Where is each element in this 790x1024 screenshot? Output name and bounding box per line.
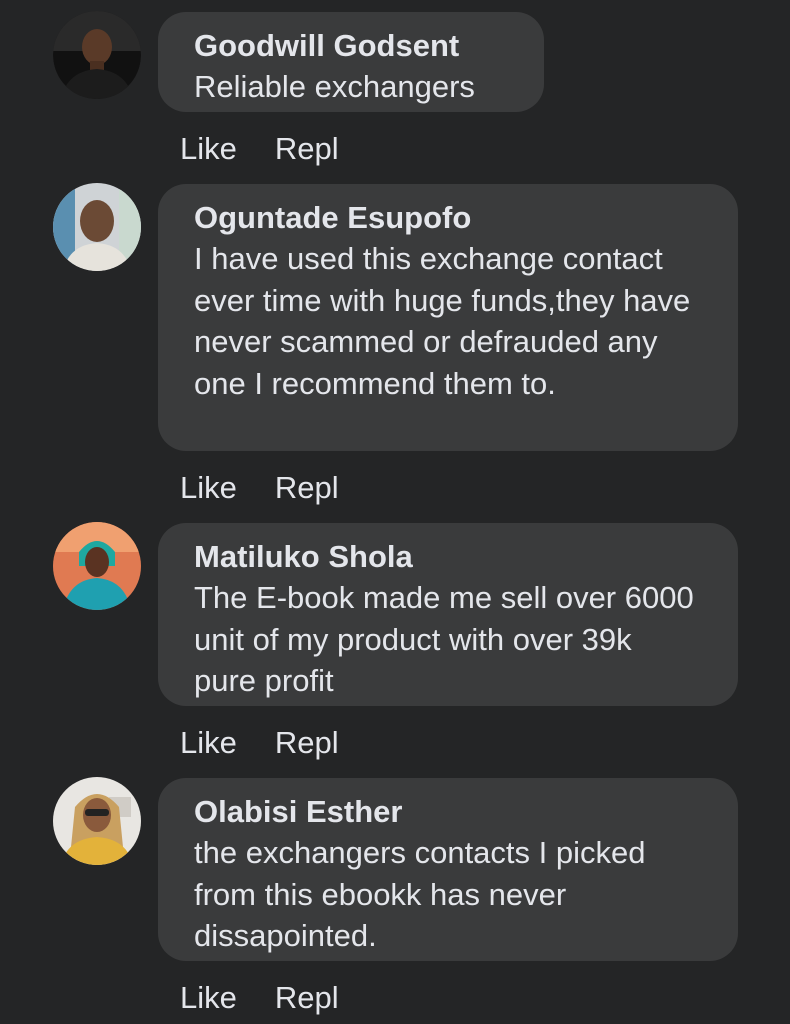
comment-author[interactable]: Goodwill Godsent bbox=[194, 26, 508, 66]
comment-author[interactable]: Olabisi Esther bbox=[194, 792, 702, 832]
profile-photo-icon bbox=[53, 777, 141, 865]
comment-text: I have used this exchange contact ever t… bbox=[194, 241, 691, 401]
comment-bubble: Olabisi Esther the exchangers contacts I… bbox=[158, 778, 738, 961]
comment-bubble: Oguntade Esupofo I have used this exchan… bbox=[158, 184, 738, 451]
like-button[interactable]: Like bbox=[180, 725, 237, 760]
comment-text: Reliable exchangers bbox=[194, 69, 475, 104]
reply-button[interactable]: Repl bbox=[275, 470, 339, 505]
avatar[interactable] bbox=[53, 777, 141, 865]
like-button[interactable]: Like bbox=[180, 470, 237, 505]
comment-text: the exchangers contacts I picked from th… bbox=[194, 835, 646, 953]
comment-bubble: Goodwill Godsent Reliable exchangers bbox=[158, 12, 544, 112]
comment-text: The E-book made me sell over 6000 unit o… bbox=[194, 580, 694, 698]
avatar[interactable] bbox=[53, 11, 141, 99]
comment-actions: Like Repl bbox=[180, 131, 339, 167]
avatar[interactable] bbox=[53, 522, 141, 610]
reply-button[interactable]: Repl bbox=[275, 725, 339, 760]
profile-photo-icon bbox=[53, 522, 141, 610]
reply-button[interactable]: Repl bbox=[275, 131, 339, 166]
comment-actions: Like Repl bbox=[180, 725, 339, 761]
comment-bubble: Matiluko Shola The E-book made me sell o… bbox=[158, 523, 738, 706]
profile-photo-icon bbox=[53, 183, 141, 271]
comment-actions: Like Repl bbox=[180, 470, 339, 506]
comment-actions: Like Repl bbox=[180, 980, 339, 1016]
like-button[interactable]: Like bbox=[180, 980, 237, 1015]
comment-author[interactable]: Matiluko Shola bbox=[194, 537, 702, 577]
profile-photo-icon bbox=[53, 11, 141, 99]
avatar[interactable] bbox=[53, 183, 141, 271]
comment-author[interactable]: Oguntade Esupofo bbox=[194, 198, 702, 238]
like-button[interactable]: Like bbox=[180, 131, 237, 166]
reply-button[interactable]: Repl bbox=[275, 980, 339, 1015]
